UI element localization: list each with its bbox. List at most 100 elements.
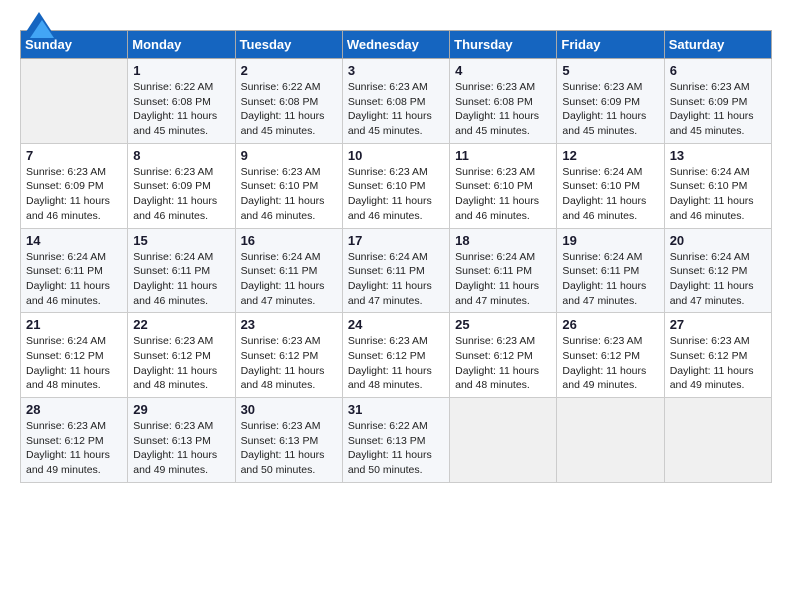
day-number: 25 — [455, 317, 551, 332]
day-number: 17 — [348, 233, 444, 248]
calendar-cell: 5 Sunrise: 6:23 AM Sunset: 6:09 PM Daylig… — [557, 59, 664, 144]
calendar-cell: 1 Sunrise: 6:22 AM Sunset: 6:08 PM Daylig… — [128, 59, 235, 144]
day-info: Sunrise: 6:24 AM Sunset: 6:12 PM Dayligh… — [670, 250, 766, 309]
day-number: 15 — [133, 233, 229, 248]
calendar-cell — [21, 59, 128, 144]
day-info: Sunrise: 6:24 AM Sunset: 6:11 PM Dayligh… — [562, 250, 658, 309]
day-number: 1 — [133, 63, 229, 78]
day-number: 8 — [133, 148, 229, 163]
calendar-week-row: 21 Sunrise: 6:24 AM Sunset: 6:12 PM Dayli… — [21, 313, 772, 398]
day-number: 27 — [670, 317, 766, 332]
calendar-cell: 15 Sunrise: 6:24 AM Sunset: 6:11 PM Dayli… — [128, 228, 235, 313]
day-info: Sunrise: 6:23 AM Sunset: 6:09 PM Dayligh… — [670, 80, 766, 139]
calendar-cell: 21 Sunrise: 6:24 AM Sunset: 6:12 PM Dayli… — [21, 313, 128, 398]
calendar-week-row: 7 Sunrise: 6:23 AM Sunset: 6:09 PM Daylig… — [21, 143, 772, 228]
calendar-cell: 23 Sunrise: 6:23 AM Sunset: 6:12 PM Dayli… — [235, 313, 342, 398]
calendar-cell: 29 Sunrise: 6:23 AM Sunset: 6:13 PM Dayli… — [128, 398, 235, 483]
calendar-cell: 25 Sunrise: 6:23 AM Sunset: 6:12 PM Dayli… — [450, 313, 557, 398]
day-number: 19 — [562, 233, 658, 248]
day-info: Sunrise: 6:23 AM Sunset: 6:09 PM Dayligh… — [133, 165, 229, 224]
day-info: Sunrise: 6:23 AM Sunset: 6:09 PM Dayligh… — [26, 165, 122, 224]
day-info: Sunrise: 6:23 AM Sunset: 6:12 PM Dayligh… — [562, 334, 658, 393]
calendar-cell: 30 Sunrise: 6:23 AM Sunset: 6:13 PM Dayli… — [235, 398, 342, 483]
day-of-week-header: Friday — [557, 31, 664, 59]
calendar-cell: 7 Sunrise: 6:23 AM Sunset: 6:09 PM Daylig… — [21, 143, 128, 228]
calendar-cell: 6 Sunrise: 6:23 AM Sunset: 6:09 PM Daylig… — [664, 59, 771, 144]
day-info: Sunrise: 6:23 AM Sunset: 6:12 PM Dayligh… — [455, 334, 551, 393]
day-number: 14 — [26, 233, 122, 248]
calendar-cell: 10Sunrise: 6:23 AM Sunset: 6:10 PM Dayli… — [342, 143, 449, 228]
calendar-cell: 22 Sunrise: 6:23 AM Sunset: 6:12 PM Dayli… — [128, 313, 235, 398]
day-number: 12 — [562, 148, 658, 163]
calendar-cell: 12 Sunrise: 6:24 AM Sunset: 6:10 PM Dayli… — [557, 143, 664, 228]
logo-icon — [22, 12, 56, 38]
calendar-cell — [557, 398, 664, 483]
day-number: 31 — [348, 402, 444, 417]
day-info: Sunrise: 6:24 AM Sunset: 6:10 PM Dayligh… — [670, 165, 766, 224]
day-number: 24 — [348, 317, 444, 332]
day-number: 22 — [133, 317, 229, 332]
calendar-cell: 20Sunrise: 6:24 AM Sunset: 6:12 PM Dayli… — [664, 228, 771, 313]
day-info: Sunrise: 6:24 AM Sunset: 6:11 PM Dayligh… — [241, 250, 337, 309]
calendar-cell: 11 Sunrise: 6:23 AM Sunset: 6:10 PM Dayli… — [450, 143, 557, 228]
day-info: Sunrise: 6:22 AM Sunset: 6:13 PM Dayligh… — [348, 419, 444, 478]
day-info: Sunrise: 6:23 AM Sunset: 6:12 PM Dayligh… — [241, 334, 337, 393]
day-info: Sunrise: 6:24 AM Sunset: 6:11 PM Dayligh… — [26, 250, 122, 309]
calendar-cell: 28Sunrise: 6:23 AM Sunset: 6:12 PM Dayli… — [21, 398, 128, 483]
day-info: Sunrise: 6:24 AM Sunset: 6:12 PM Dayligh… — [26, 334, 122, 393]
day-info: Sunrise: 6:24 AM Sunset: 6:11 PM Dayligh… — [348, 250, 444, 309]
day-number: 3 — [348, 63, 444, 78]
day-of-week-header: Thursday — [450, 31, 557, 59]
calendar-cell — [664, 398, 771, 483]
calendar-week-row: 1 Sunrise: 6:22 AM Sunset: 6:08 PM Daylig… — [21, 59, 772, 144]
calendar-cell: 4 Sunrise: 6:23 AM Sunset: 6:08 PM Daylig… — [450, 59, 557, 144]
day-number: 18 — [455, 233, 551, 248]
calendar-cell: 3 Sunrise: 6:23 AM Sunset: 6:08 PM Daylig… — [342, 59, 449, 144]
calendar-cell: 18Sunrise: 6:24 AM Sunset: 6:11 PM Dayli… — [450, 228, 557, 313]
day-info: Sunrise: 6:22 AM Sunset: 6:08 PM Dayligh… — [241, 80, 337, 139]
day-info: Sunrise: 6:23 AM Sunset: 6:10 PM Dayligh… — [348, 165, 444, 224]
day-info: Sunrise: 6:23 AM Sunset: 6:13 PM Dayligh… — [133, 419, 229, 478]
calendar-cell: 31 Sunrise: 6:22 AM Sunset: 6:13 PM Dayli… — [342, 398, 449, 483]
day-info: Sunrise: 6:23 AM Sunset: 6:13 PM Dayligh… — [241, 419, 337, 478]
calendar-cell: 27 Sunrise: 6:23 AM Sunset: 6:12 PM Dayli… — [664, 313, 771, 398]
day-number: 29 — [133, 402, 229, 417]
day-of-week-header: Wednesday — [342, 31, 449, 59]
day-number: 4 — [455, 63, 551, 78]
calendar-cell: 9Sunrise: 6:23 AM Sunset: 6:10 PM Daylig… — [235, 143, 342, 228]
day-number: 7 — [26, 148, 122, 163]
calendar-cell: 16 Sunrise: 6:24 AM Sunset: 6:11 PM Dayli… — [235, 228, 342, 313]
day-info: Sunrise: 6:23 AM Sunset: 6:09 PM Dayligh… — [562, 80, 658, 139]
day-number: 5 — [562, 63, 658, 78]
calendar-cell: 17 Sunrise: 6:24 AM Sunset: 6:11 PM Dayli… — [342, 228, 449, 313]
day-info: Sunrise: 6:23 AM Sunset: 6:12 PM Dayligh… — [133, 334, 229, 393]
calendar-cell: 13 Sunrise: 6:24 AM Sunset: 6:10 PM Dayli… — [664, 143, 771, 228]
calendar-table: SundayMondayTuesdayWednesdayThursdayFrid… — [20, 30, 772, 483]
day-info: Sunrise: 6:23 AM Sunset: 6:12 PM Dayligh… — [670, 334, 766, 393]
calendar-week-row: 28Sunrise: 6:23 AM Sunset: 6:12 PM Dayli… — [21, 398, 772, 483]
calendar-cell: 2Sunrise: 6:22 AM Sunset: 6:08 PM Daylig… — [235, 59, 342, 144]
day-number: 6 — [670, 63, 766, 78]
day-info: Sunrise: 6:23 AM Sunset: 6:12 PM Dayligh… — [26, 419, 122, 478]
day-info: Sunrise: 6:24 AM Sunset: 6:10 PM Dayligh… — [562, 165, 658, 224]
day-number: 13 — [670, 148, 766, 163]
day-of-week-header: Tuesday — [235, 31, 342, 59]
calendar-cell: 14 Sunrise: 6:24 AM Sunset: 6:11 PM Dayli… — [21, 228, 128, 313]
calendar-cell — [450, 398, 557, 483]
day-number: 21 — [26, 317, 122, 332]
calendar-cell: 8 Sunrise: 6:23 AM Sunset: 6:09 PM Daylig… — [128, 143, 235, 228]
day-info: Sunrise: 6:24 AM Sunset: 6:11 PM Dayligh… — [133, 250, 229, 309]
calendar-cell: 24Sunrise: 6:23 AM Sunset: 6:12 PM Dayli… — [342, 313, 449, 398]
day-info: Sunrise: 6:23 AM Sunset: 6:10 PM Dayligh… — [455, 165, 551, 224]
calendar-header-row: SundayMondayTuesdayWednesdayThursdayFrid… — [21, 31, 772, 59]
day-number: 30 — [241, 402, 337, 417]
day-number: 23 — [241, 317, 337, 332]
day-number: 16 — [241, 233, 337, 248]
calendar-cell: 26Sunrise: 6:23 AM Sunset: 6:12 PM Dayli… — [557, 313, 664, 398]
calendar-week-row: 14 Sunrise: 6:24 AM Sunset: 6:11 PM Dayli… — [21, 228, 772, 313]
day-info: Sunrise: 6:22 AM Sunset: 6:08 PM Dayligh… — [133, 80, 229, 139]
calendar-cell: 19 Sunrise: 6:24 AM Sunset: 6:11 PM Dayli… — [557, 228, 664, 313]
day-info: Sunrise: 6:23 AM Sunset: 6:08 PM Dayligh… — [348, 80, 444, 139]
day-info: Sunrise: 6:23 AM Sunset: 6:08 PM Dayligh… — [455, 80, 551, 139]
day-number: 11 — [455, 148, 551, 163]
